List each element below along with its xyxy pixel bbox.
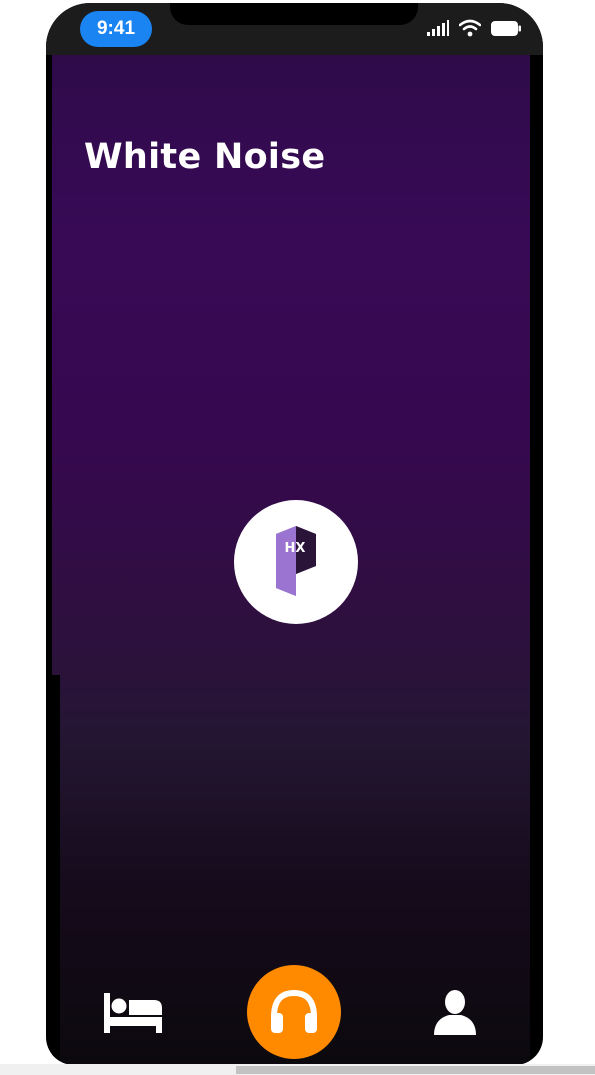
main-screen: White Noise HX — [52, 55, 530, 1065]
page-title: White Noise — [84, 137, 326, 177]
scrollbar-thumb[interactable] — [236, 1066, 595, 1074]
notch — [170, 3, 418, 25]
phone-frame: 9:41 White Noise HX — [46, 3, 543, 1065]
logo-text: HX — [285, 541, 306, 556]
user-icon — [434, 990, 476, 1035]
cellular-signal-icon — [427, 20, 449, 36]
status-time: 9:41 — [80, 11, 152, 47]
headphones-icon — [271, 989, 317, 1033]
nav-sleep-button[interactable] — [102, 993, 166, 1037]
status-icons — [427, 17, 521, 39]
bottom-nav — [52, 955, 530, 1065]
nav-profile-button[interactable] — [432, 989, 478, 1037]
bed-icon — [104, 993, 162, 1033]
hx-p-logo-icon: HX — [276, 526, 316, 596]
battery-icon — [491, 20, 521, 36]
wifi-icon — [459, 19, 481, 37]
nav-listen-button[interactable] — [247, 965, 341, 1059]
horizontal-scrollbar[interactable] — [0, 1064, 595, 1075]
status-bar: 9:41 — [46, 3, 543, 55]
app-logo[interactable]: HX — [234, 500, 358, 624]
